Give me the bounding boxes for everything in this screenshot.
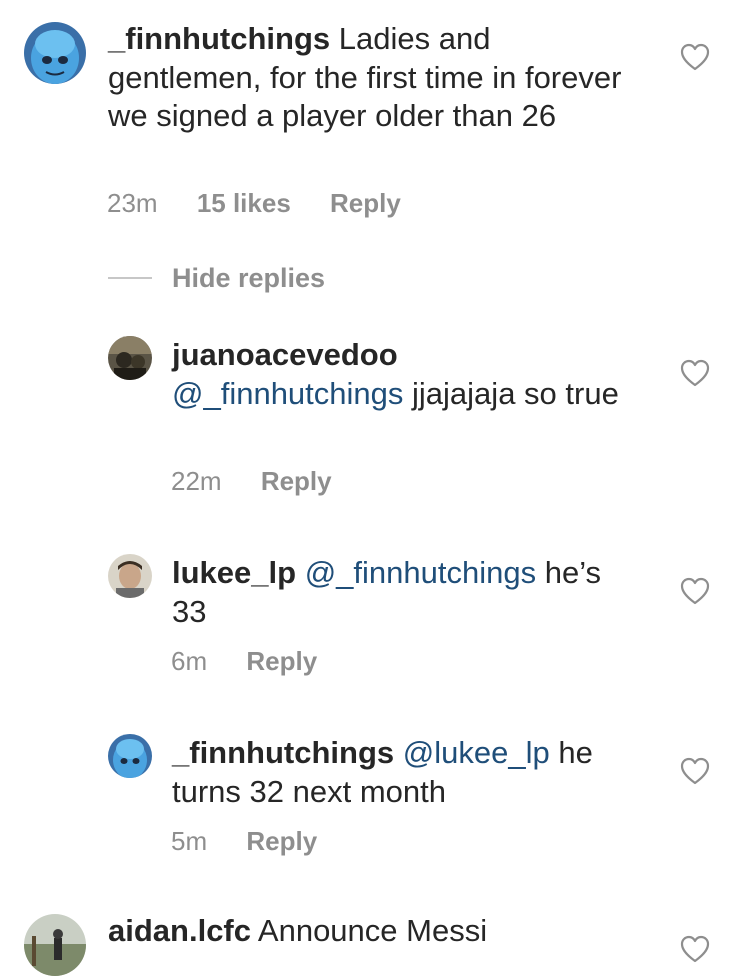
avatar[interactable] — [108, 554, 152, 598]
reply-time: 5m — [171, 826, 208, 856]
comment-text: aidan.lcfc Announce Messi — [108, 912, 648, 951]
reply-time: 6m — [171, 646, 208, 676]
comment-meta: 23m 15 likes Reply — [107, 188, 433, 219]
reply-username[interactable]: lukee_lp — [172, 555, 296, 590]
reply-meta: 5m Reply — [171, 826, 349, 857]
avatar[interactable] — [24, 914, 86, 976]
comment-body: Announce Messi — [257, 913, 488, 948]
reply-meta: 6m Reply — [171, 646, 349, 677]
reply-button[interactable]: Reply — [246, 826, 317, 856]
reply-username[interactable]: juanoacevedoo — [172, 336, 632, 375]
reply-button[interactable]: Reply — [330, 188, 401, 218]
heart-outline-icon[interactable] — [680, 43, 710, 71]
divider-line — [108, 277, 152, 279]
reply-mention[interactable]: @_finnhutchings — [172, 376, 403, 411]
reply-meta: 22m Reply — [171, 466, 364, 497]
photo-avatar-icon — [24, 914, 86, 976]
blue-character-avatar-icon — [108, 734, 152, 778]
blue-character-avatar-icon — [24, 22, 86, 84]
reply-mention[interactable]: @_finnhutchings — [305, 555, 536, 590]
avatar[interactable] — [108, 336, 152, 380]
heart-outline-icon[interactable] — [680, 935, 710, 963]
heart-outline-icon[interactable] — [680, 577, 710, 605]
reply-username[interactable]: _finnhutchings — [172, 735, 394, 770]
hide-replies-label: Hide replies — [172, 262, 326, 293]
comment-likes[interactable]: 15 likes — [197, 188, 291, 218]
reply-time: 22m — [171, 466, 222, 496]
comment-username[interactable]: _finnhutchings — [108, 21, 330, 56]
photo-avatar-icon — [108, 554, 152, 598]
reply-text: lukee_lp @_finnhutchings he’s 33 — [172, 554, 632, 631]
reply-body: jjajajaja so true — [412, 375, 619, 411]
avatar[interactable] — [108, 734, 152, 778]
comment-time: 23m — [107, 188, 158, 218]
photo-avatar-icon — [108, 336, 152, 380]
heart-outline-icon[interactable] — [680, 359, 710, 387]
comment-username[interactable]: aidan.lcfc — [108, 913, 251, 948]
heart-outline-icon[interactable] — [680, 757, 710, 785]
reply-button[interactable]: Reply — [261, 466, 332, 496]
hide-replies-toggle[interactable]: Hide replies — [108, 262, 325, 294]
reply-button[interactable]: Reply — [246, 646, 317, 676]
comment-text: _finnhutchings Ladies and gentlemen, for… — [108, 20, 648, 136]
avatar[interactable] — [24, 22, 86, 84]
reply-text: juanoacevedoo @_finnhutchings jjajajaja … — [172, 336, 632, 413]
reply-mention[interactable]: @lukee_lp — [403, 735, 550, 770]
reply-text: _finnhutchings @lukee_lp he turns 32 nex… — [172, 734, 642, 811]
